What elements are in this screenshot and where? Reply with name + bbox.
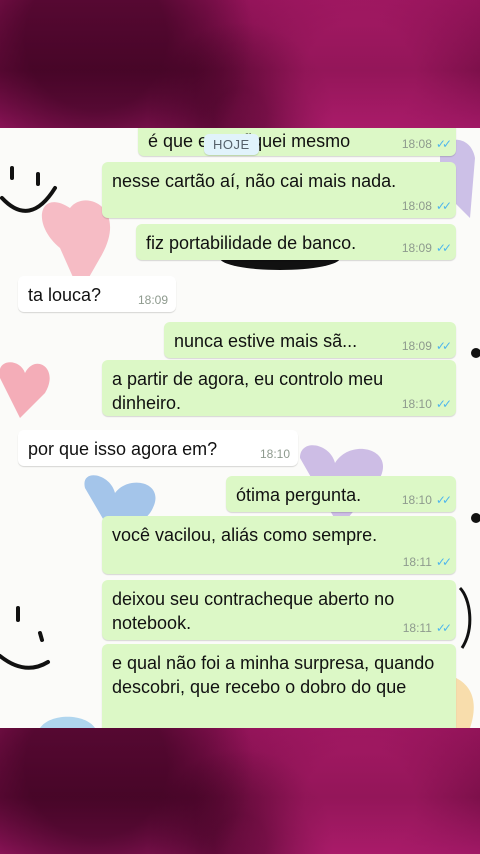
message-meta: 18:08 ✓✓ [401, 137, 452, 151]
message-bubble-outgoing[interactable]: nunca estive mais sã... 18:09 ✓✓ [164, 322, 456, 358]
message-meta: 18:09 [138, 293, 168, 307]
message-text: ótima pergunta. [236, 485, 362, 505]
message-bubble-outgoing[interactable]: ótima pergunta. 18:10 ✓✓ [226, 476, 456, 512]
message-text: ta louca? [28, 285, 102, 305]
message-text: fiz portabilidade de banco. [146, 233, 357, 253]
message-time: 18:10 [401, 397, 432, 411]
message-time: 18:11 [402, 555, 432, 569]
message-bubble-outgoing[interactable]: você vacilou, aliás como sempre. 18:11 ✓✓ [102, 516, 456, 574]
message-meta: 18:09 ✓✓ [401, 241, 452, 255]
message-bubble-outgoing[interactable]: a partir de agora, eu controlo meu dinhe… [102, 360, 456, 416]
chat-area[interactable]: é que eu ... fiquei mesmo 18:08✓✓ HOJE n… [0, 128, 480, 728]
magenta-frame-bottom [0, 728, 480, 854]
message-bubble-outgoing[interactable]: deixou seu contracheque aberto no notebo… [102, 580, 456, 640]
double-check-icon: ✓✓ [435, 199, 452, 213]
message-time: 18:11 [402, 621, 432, 635]
message-bubble-incoming[interactable]: ta louca? 18:09 [18, 276, 176, 312]
message-text: por que isso agora em? [28, 439, 218, 459]
smiley-doodle-icon [0, 166, 57, 213]
message-meta: 18:10 ✓✓ [401, 493, 452, 507]
message-bubble-outgoing[interactable]: é que eu ... fiquei mesmo 18:08✓✓ [138, 128, 456, 156]
double-check-icon: ✓✓ [435, 137, 452, 151]
message-text: nunca estive mais sã... [174, 331, 358, 351]
double-check-icon: ✓✓ [435, 241, 452, 255]
message-meta: 18:11 ✓✓ [402, 555, 452, 569]
message-text: a partir de agora, eu controlo meu dinhe… [112, 369, 384, 413]
message-bubble-incoming[interactable]: por que isso agora em? 18:10 [18, 430, 298, 466]
double-check-icon: ✓✓ [435, 493, 452, 507]
message-meta: 18:08 ✓✓ [401, 199, 452, 213]
double-check-icon: ✓✓ [435, 397, 452, 411]
message-text: você vacilou, aliás como sempre. [112, 525, 378, 545]
message-time: 18:08 [401, 137, 432, 151]
message-time: 18:09 [401, 339, 432, 353]
heart-doodle-icon [0, 362, 50, 418]
message-bubble-outgoing[interactable]: e qual não foi a minha surpresa, quando … [102, 644, 456, 728]
double-check-icon: ✓✓ [435, 555, 452, 569]
message-text: nesse cartão aí, não cai mais nada. [112, 171, 397, 191]
message-meta: 18:09 ✓✓ [401, 339, 452, 353]
message-time: 18:09 [137, 293, 168, 307]
message-bubble-outgoing[interactable]: nesse cartão aí, não cai mais nada. 18:0… [102, 162, 456, 218]
smiley-doodle-icon [0, 606, 50, 670]
message-time: 18:09 [401, 241, 432, 255]
message-time: 18:10 [401, 493, 432, 507]
message-text: e qual não foi a minha surpresa, quando … [112, 653, 435, 697]
message-time: 18:10 [259, 447, 290, 461]
message-meta: 18:10 ✓✓ [401, 397, 452, 411]
magenta-frame-top [0, 0, 480, 128]
date-separator: HOJE [204, 134, 259, 155]
message-bubble-outgoing[interactable]: fiz portabilidade de banco. 18:09 ✓✓ [136, 224, 456, 260]
double-check-icon: ✓✓ [435, 621, 452, 635]
double-check-icon: ✓✓ [435, 339, 452, 353]
message-text: deixou seu contracheque aberto no notebo… [112, 589, 395, 633]
message-time: 18:08 [401, 199, 432, 213]
message-meta: 18:11 ✓✓ [402, 621, 452, 635]
message-meta: 18:10 [260, 447, 290, 461]
